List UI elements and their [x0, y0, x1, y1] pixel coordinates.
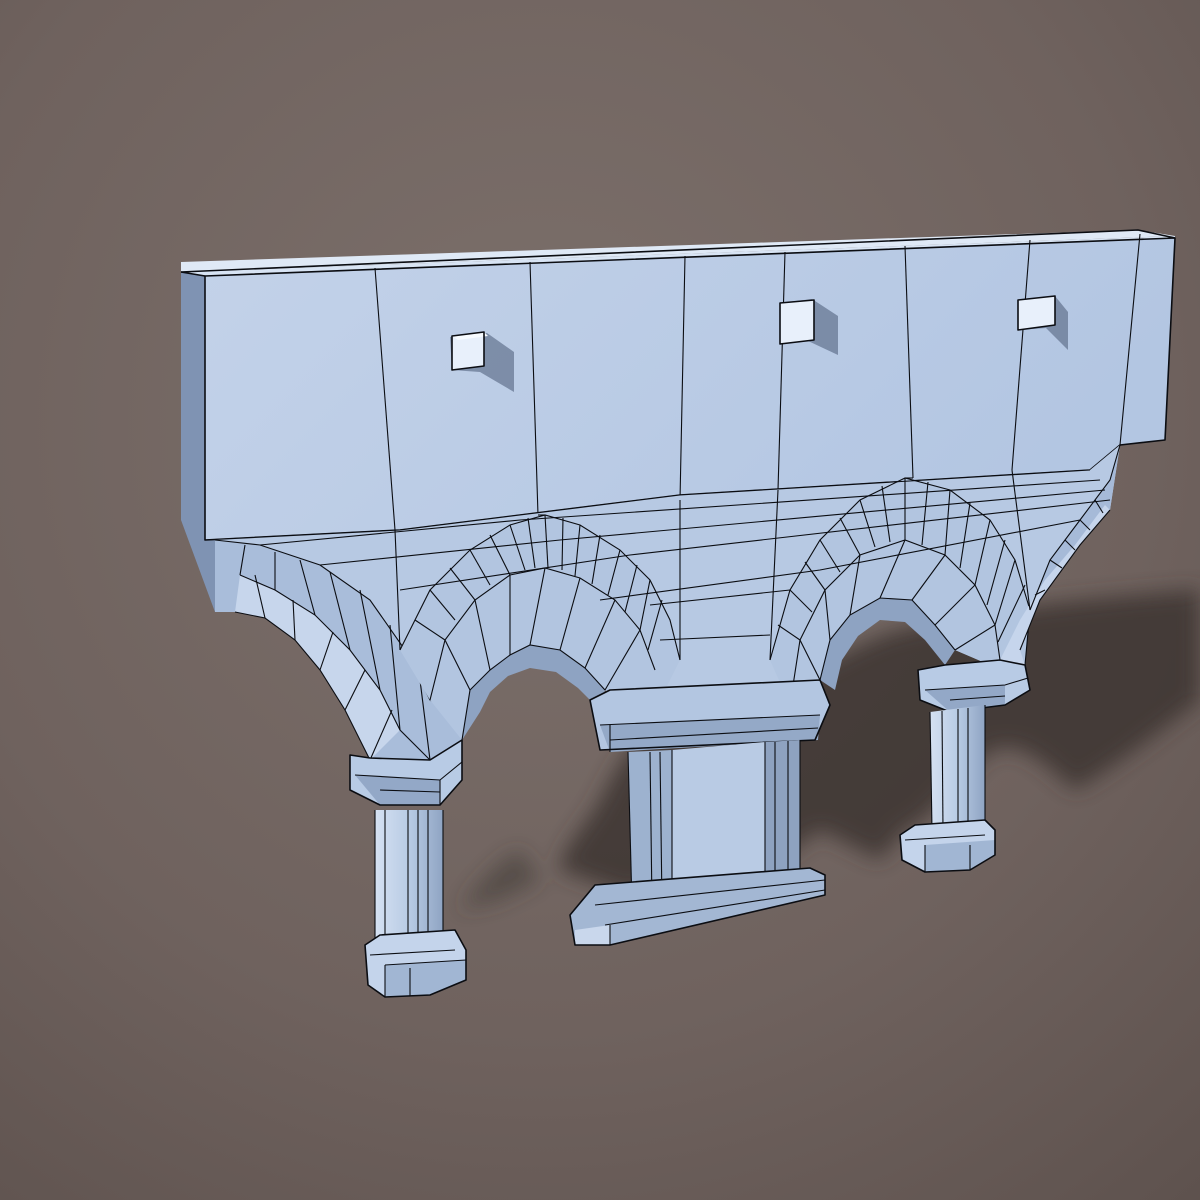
render-viewport	[0, 0, 1200, 1200]
arcade-wall-render	[0, 0, 1200, 1200]
